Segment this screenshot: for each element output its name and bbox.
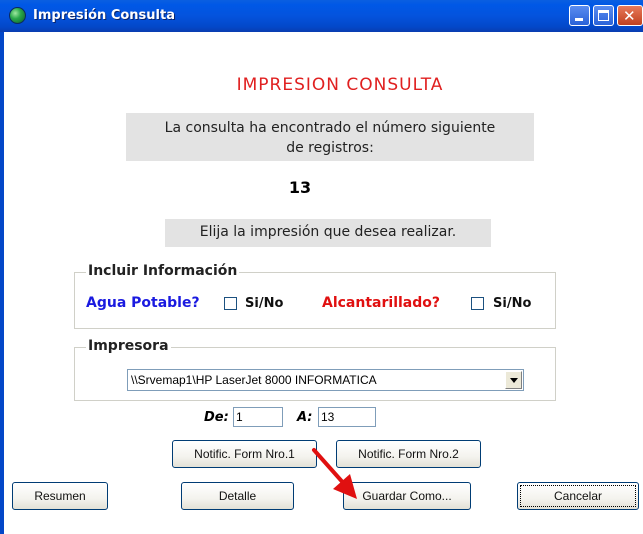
print-prompt: Elija la impresión que desea realizar. xyxy=(165,219,491,247)
range-from-label: De: xyxy=(204,410,229,425)
globe-icon xyxy=(9,7,26,24)
page-title: IMPRESION CONSULTA xyxy=(236,75,444,95)
agua-potable-checkbox[interactable] xyxy=(224,297,237,310)
cancelar-button[interactable]: Cancelar xyxy=(517,482,639,510)
notific-form2-button[interactable]: Notific. Form Nro.2 xyxy=(336,440,481,468)
chevron-down-icon xyxy=(510,378,518,383)
window-title: Impresión Consulta xyxy=(33,8,175,23)
record-count: 13 xyxy=(288,178,312,197)
alcantarillado-label: Alcantarillado? xyxy=(322,295,440,311)
printer-select-value: \\Srvemap1\HP LaserJet 8000 INFORMATICA xyxy=(131,373,377,387)
result-message-line2: de registros: xyxy=(286,140,374,156)
close-icon: ✕ xyxy=(623,7,636,25)
maximize-icon xyxy=(598,10,609,21)
title-bar[interactable]: Impresión Consulta ✕ xyxy=(0,0,643,32)
result-message-line1: La consulta ha encontrado el número sigu… xyxy=(164,120,496,136)
alcantarillado-checkbox[interactable] xyxy=(471,297,484,310)
result-message: La consulta ha encontrado el número sigu… xyxy=(126,113,534,161)
close-button[interactable]: ✕ xyxy=(617,5,643,26)
range-to-input[interactable]: 13 xyxy=(318,407,376,427)
range-from-input[interactable]: 1 xyxy=(233,407,283,427)
detalle-button[interactable]: Detalle xyxy=(181,482,294,510)
alcantarillado-checkbox-label[interactable]: Si/No xyxy=(493,296,531,311)
maximize-button[interactable] xyxy=(593,5,614,26)
include-info-legend: Incluir Información xyxy=(86,263,240,279)
window-frame xyxy=(0,32,4,534)
agua-potable-label: Agua Potable? xyxy=(86,295,200,311)
printer-legend: Impresora xyxy=(86,338,171,354)
minimize-icon xyxy=(575,18,583,21)
agua-potable-checkbox-label[interactable]: Si/No xyxy=(245,296,283,311)
range-to-label: A: xyxy=(297,410,313,425)
minimize-button[interactable] xyxy=(569,5,590,26)
dropdown-button[interactable] xyxy=(505,371,522,389)
resumen-button[interactable]: Resumen xyxy=(12,482,108,510)
print-consult-window: Impresión Consulta ✕ IMPRESION CONSULTA … xyxy=(0,0,643,534)
guardar-como-button[interactable]: Guardar Como... xyxy=(343,482,471,510)
notific-form1-button[interactable]: Notific. Form Nro.1 xyxy=(172,440,317,468)
printer-select[interactable]: \\Srvemap1\HP LaserJet 8000 INFORMATICA xyxy=(127,369,524,391)
